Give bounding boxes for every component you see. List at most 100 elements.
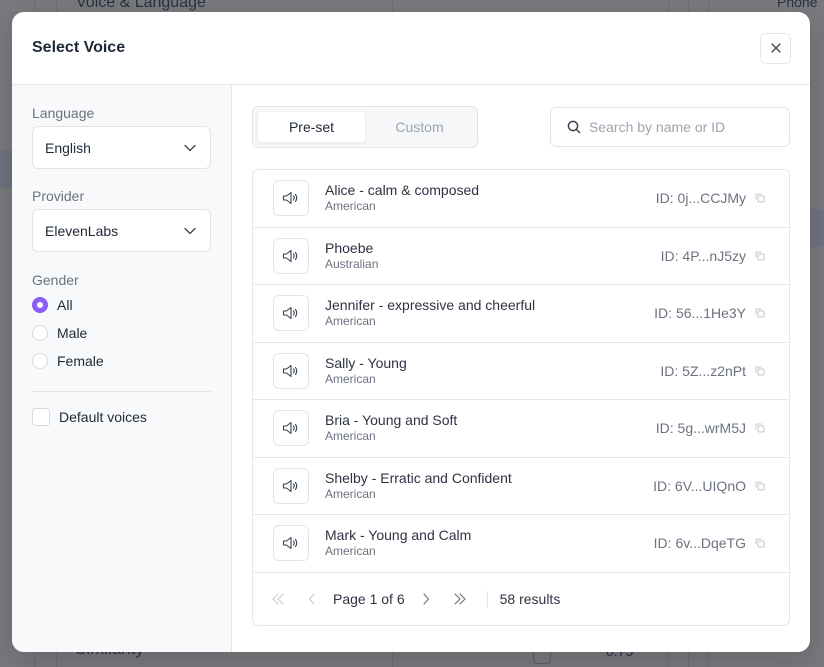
voice-row[interactable]: Shelby - Erratic and Confident American … — [253, 458, 789, 515]
language-select[interactable]: English — [32, 126, 211, 169]
voice-id-text: ID: 4P...nJ5zy — [660, 247, 746, 264]
default-voices-checkbox[interactable] — [32, 408, 50, 426]
copy-id-button[interactable] — [755, 538, 765, 548]
last-page-button[interactable] — [447, 592, 473, 605]
provider-value: ElevenLabs — [45, 222, 119, 239]
voice-info: Mark - Young and Calm American — [325, 527, 654, 559]
pagination: Page 1 of 6 58 results — [253, 573, 789, 625]
copy-icon — [755, 366, 765, 376]
voice-id-text: ID: 5Z...z2nPt — [660, 362, 746, 379]
default-voices-toggle[interactable]: Default voices — [32, 408, 211, 426]
language-value: English — [45, 139, 91, 156]
copy-id-button[interactable] — [755, 193, 765, 203]
gender-label: Gender — [32, 272, 79, 288]
voice-name: Phoebe — [325, 239, 374, 256]
play-sample-button[interactable] — [273, 525, 309, 562]
speaker-icon — [282, 364, 298, 377]
gender-option-male[interactable]: Male — [32, 319, 211, 347]
copy-icon — [755, 193, 765, 203]
voice-row[interactable]: Bria - Young and Soft American ID: 5g...… — [253, 400, 789, 458]
default-voices-label: Default voices — [59, 409, 147, 425]
voice-info: Jennifer - expressive and cheerful Ameri… — [325, 297, 654, 329]
voice-accent: American — [325, 199, 376, 214]
voice-info: Phoebe Australian — [325, 240, 661, 272]
gender-option-label: Female — [57, 353, 104, 369]
voice-id: ID: 0j...CCJMy — [656, 190, 765, 206]
chevrons-left-icon — [272, 592, 284, 605]
voice-id: ID: 4P...nJ5zy — [661, 248, 765, 264]
speaker-icon — [282, 192, 298, 205]
modal-title: Select Voice — [32, 39, 126, 56]
voice-row[interactable]: Jennifer - expressive and cheerful Ameri… — [253, 285, 789, 343]
select-voice-modal: Select Voice Language English Provider E… — [12, 12, 810, 652]
copy-icon — [755, 251, 765, 261]
copy-icon — [755, 423, 765, 433]
play-sample-button[interactable] — [273, 180, 309, 217]
voice-accent: Australian — [325, 256, 379, 271]
play-sample-button[interactable] — [273, 237, 309, 274]
chevron-down-icon — [184, 227, 196, 234]
chevron-right-icon — [423, 592, 429, 605]
voice-row[interactable]: Phoebe Australian ID: 4P...nJ5zy — [253, 228, 789, 285]
copy-id-button[interactable] — [755, 423, 765, 433]
play-sample-button[interactable] — [273, 467, 309, 504]
list-toolbar: Pre-set Custom — [252, 106, 790, 148]
gender-option-label: All — [57, 297, 73, 313]
search-input[interactable] — [589, 119, 777, 135]
radio-all[interactable] — [32, 297, 48, 313]
tab-preset[interactable]: Pre-set — [257, 111, 366, 143]
gender-option-all[interactable]: All — [32, 291, 211, 319]
play-sample-button[interactable] — [273, 295, 309, 332]
first-page-button[interactable] — [265, 592, 291, 605]
pagination-divider — [486, 590, 488, 607]
close-button[interactable] — [760, 32, 791, 64]
copy-id-button[interactable] — [755, 366, 765, 376]
sidebar-divider — [32, 391, 211, 392]
voice-info: Sally - Young American — [325, 355, 660, 387]
voice-name: Jennifer - expressive and cheerful — [325, 297, 536, 314]
background-highlight — [0, 150, 12, 188]
search-box[interactable] — [550, 107, 790, 147]
play-sample-button[interactable] — [273, 352, 309, 389]
next-page-button[interactable] — [413, 592, 439, 605]
voice-id-text: ID: 56...1He3Y — [654, 305, 746, 322]
voice-id-text: ID: 6V...UIQnO — [653, 477, 746, 494]
tab-custom[interactable]: Custom — [366, 111, 473, 143]
previous-page-button[interactable] — [299, 592, 325, 605]
background-highlight — [810, 209, 824, 247]
chevrons-right-icon — [454, 592, 466, 605]
copy-icon — [755, 538, 765, 548]
speaker-icon — [282, 307, 298, 320]
voice-name: Mark - Young and Calm — [325, 527, 472, 544]
voice-id: ID: 56...1He3Y — [654, 305, 765, 321]
voice-name: Bria - Young and Soft — [325, 412, 458, 429]
provider-label: Provider — [32, 188, 85, 204]
provider-select[interactable]: ElevenLabs — [32, 209, 211, 252]
modal-body: Language English Provider ElevenLabs Gen… — [12, 85, 810, 652]
play-sample-button[interactable] — [273, 410, 309, 447]
gender-option-female[interactable]: Female — [32, 347, 211, 375]
copy-id-button[interactable] — [755, 308, 765, 318]
copy-id-button[interactable] — [755, 481, 765, 491]
filter-sidebar: Language English Provider ElevenLabs Gen… — [12, 85, 232, 652]
speaker-icon — [282, 537, 298, 550]
voice-info: Shelby - Erratic and Confident American — [325, 470, 653, 502]
close-icon — [770, 43, 781, 53]
voice-row[interactable]: Alice - calm & composed American ID: 0j.… — [253, 170, 789, 228]
voice-list-panel: Pre-set Custom Alice - — [232, 85, 810, 652]
copy-id-button[interactable] — [755, 251, 765, 261]
copy-icon — [755, 308, 765, 318]
voice-id: ID: 6V...UIQnO — [653, 478, 765, 494]
modal-header: Select Voice — [12, 12, 810, 85]
voice-row[interactable]: Sally - Young American ID: 5Z...z2nPt — [253, 343, 789, 400]
radio-male[interactable] — [32, 325, 48, 341]
radio-female[interactable] — [32, 353, 48, 369]
speaker-icon — [282, 479, 298, 492]
voice-row[interactable]: Mark - Young and Calm American ID: 6v...… — [253, 515, 789, 573]
page-indicator: Page 1 of 6 — [333, 590, 405, 607]
speaker-icon — [282, 249, 298, 262]
voice-list: Alice - calm & composed American ID: 0j.… — [252, 169, 790, 626]
voice-id: ID: 5g...wrM5J — [656, 420, 765, 436]
voice-id-text: ID: 5g...wrM5J — [655, 420, 746, 437]
voice-accent: American — [325, 429, 376, 444]
